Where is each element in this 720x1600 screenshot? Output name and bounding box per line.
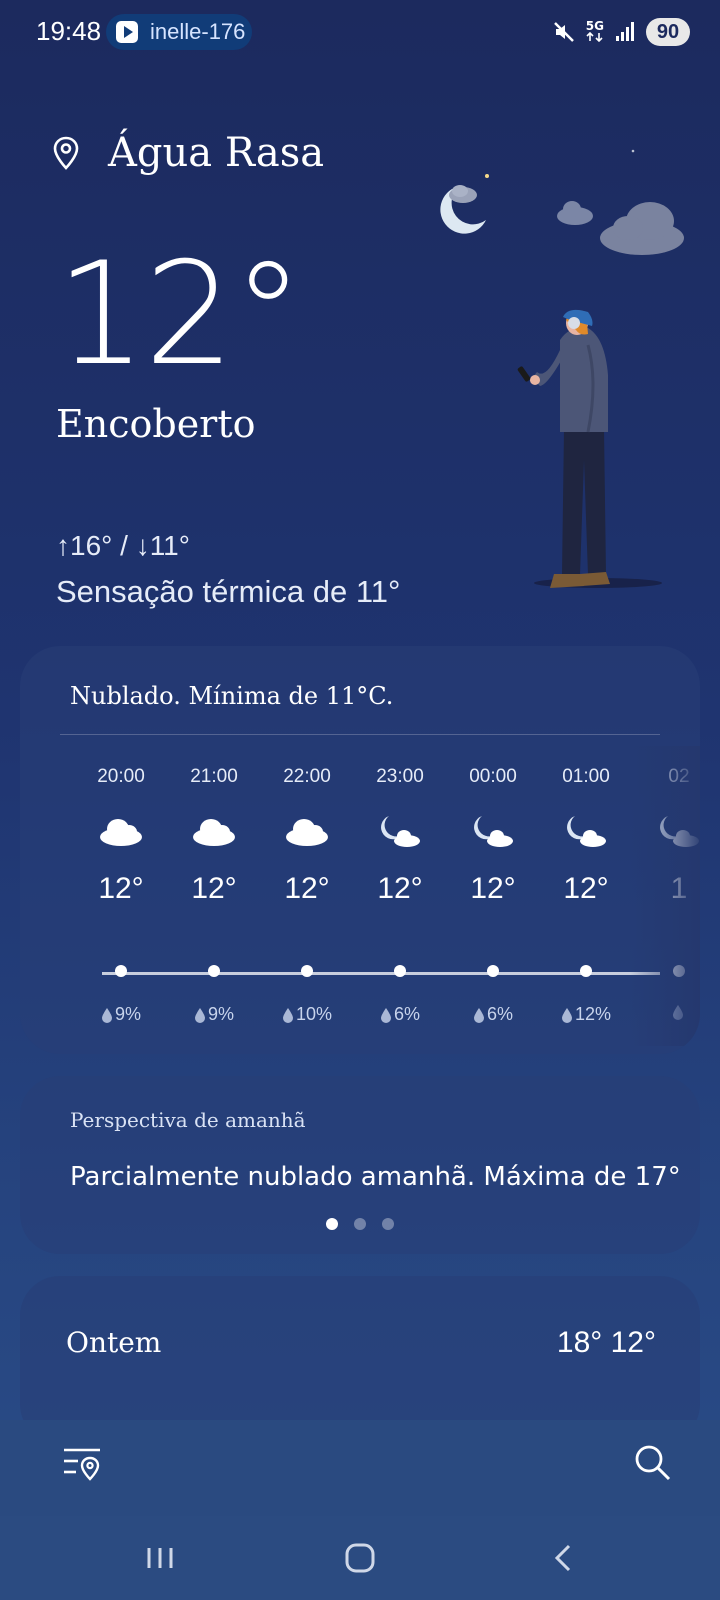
low-temp: ↓11° <box>135 530 190 561</box>
moon-cloud-icon <box>474 816 513 847</box>
signal-icon <box>616 22 634 41</box>
hourly-time: 22:00 <box>283 766 331 787</box>
temperature-dot <box>487 965 499 977</box>
page-indicator <box>20 1218 700 1230</box>
play-icon <box>116 21 138 43</box>
raindrop-icon <box>380 1007 391 1023</box>
precipitation-value: 10% <box>295 1004 333 1024</box>
moon-cloud-icon <box>381 816 420 847</box>
page-dot <box>354 1218 366 1230</box>
hourly-time: 21:00 <box>190 766 238 787</box>
big-cloud-icon <box>600 202 684 255</box>
hourly-item: 01:00 12° 12% <box>541 766 631 1024</box>
media-chip[interactable]: inelle-176 <box>106 14 252 50</box>
raindrop-icon <box>561 1007 572 1023</box>
daily-row-label: Ontem <box>66 1326 162 1359</box>
temperature-dot <box>301 965 313 977</box>
precipitation-value: 6% <box>393 1004 420 1024</box>
raindrop-icon <box>194 1007 205 1023</box>
hourly-temp: 12° <box>377 872 423 905</box>
bottom-toolbar <box>0 1420 720 1516</box>
daily-forecast-card[interactable]: Ontem 18° 12° <box>20 1276 700 1444</box>
data-arrows-icon <box>586 31 603 43</box>
page-dot <box>382 1218 394 1230</box>
status-icons: 5G 90 <box>552 18 690 46</box>
location-name: Água Rasa <box>108 130 325 176</box>
hourly-temp: 12° <box>284 872 330 905</box>
network-type: 5G <box>586 20 604 44</box>
location-header[interactable]: Água Rasa <box>52 130 324 176</box>
mute-icon <box>553 22 574 42</box>
temperature-dot <box>115 965 127 977</box>
hourly-time: 01:00 <box>562 766 610 787</box>
location-pin-icon <box>53 136 79 170</box>
tomorrow-outlook-card[interactable]: Perspectiva de amanhã Parcialmente nubla… <box>20 1076 700 1254</box>
precipitation-value: 9% <box>207 1004 234 1024</box>
status-bar: 19:48 inelle-176 5G 90 <box>0 0 720 70</box>
hourly-precipitation: 6% <box>448 1004 538 1025</box>
hourly-time: 20:00 <box>97 766 145 787</box>
system-nav-bar <box>0 1516 720 1600</box>
battery-indicator: 90 <box>646 18 690 46</box>
hourly-precipitation: 12% <box>541 1004 631 1025</box>
hourly-forecast-card[interactable]: Nublado. Mínima de 11°C. 20:00 12° 9% 21:00… <box>20 646 700 1054</box>
home-icon[interactable] <box>340 1538 380 1578</box>
precipitation-value: 6% <box>486 1004 513 1024</box>
precipitation-value: 12% <box>574 1004 612 1024</box>
scroll-fade <box>630 746 700 1046</box>
tomorrow-title: Perspectiva de amanhã <box>70 1108 306 1132</box>
high-low: ↑16° / ↓11° <box>56 530 190 562</box>
current-condition: Encoberto <box>56 402 256 446</box>
small-cloud-icon <box>557 201 593 225</box>
hourly-temp: 12° <box>470 872 516 905</box>
hourly-summary: Nublado. Mínima de 11°C. <box>70 682 394 710</box>
raindrop-icon <box>101 1007 112 1023</box>
cloud-icon <box>286 819 328 846</box>
hourly-item: 23:00 12° 6% <box>355 766 445 1024</box>
raindrop-icon <box>473 1007 484 1023</box>
hourly-item: 20:00 12° 9% <box>76 766 166 1024</box>
night-scene-illustration <box>440 149 684 588</box>
temperature-track <box>102 972 660 975</box>
high-temp: ↑16° <box>56 530 113 561</box>
hourly-time: 23:00 <box>376 766 424 787</box>
precipitation-value: 9% <box>114 1004 141 1024</box>
hourly-item: 22:00 12° 10% <box>262 766 352 1024</box>
hourly-item: 21:00 12° 9% <box>169 766 259 1024</box>
feels-like: Sensação térmica de 11° <box>56 574 401 609</box>
status-time: 19:48 <box>36 16 102 46</box>
temperature-dot <box>208 965 220 977</box>
hourly-temp: 12° <box>191 872 237 905</box>
hourly-list[interactable]: 20:00 12° 9% 21:00 12° 9% 22:00 12° 10% 23:00 12° 6… <box>20 766 700 1046</box>
search-icon[interactable] <box>632 1442 672 1482</box>
raindrop-icon <box>282 1007 293 1023</box>
hourly-precipitation: 9% <box>76 1004 166 1025</box>
daily-row-temps: 18° 12° <box>556 1326 656 1359</box>
tomorrow-text: Parcialmente nublado amanhã. Máxima de 1… <box>70 1162 681 1192</box>
recent-apps-icon[interactable] <box>140 1538 180 1578</box>
temperature-dot <box>394 965 406 977</box>
page-dot-active <box>326 1218 338 1230</box>
divider <box>60 734 660 735</box>
back-icon[interactable] <box>544 1538 584 1578</box>
current-temperature: 12° <box>56 232 304 397</box>
hourly-item: 00:00 12° 6% <box>448 766 538 1024</box>
hourly-precipitation: 10% <box>262 1004 352 1025</box>
person-figure <box>517 309 662 588</box>
cloud-icon <box>193 819 235 846</box>
hourly-precipitation: 6% <box>355 1004 445 1025</box>
hourly-precipitation: 9% <box>169 1004 259 1025</box>
moon-cloud-icon <box>567 816 606 847</box>
manage-locations-icon[interactable] <box>62 1444 102 1484</box>
hourly-temp: 12° <box>563 872 609 905</box>
hourly-temp: 12° <box>98 872 144 905</box>
media-chip-text: inelle-176 <box>150 19 246 44</box>
hourly-time: 00:00 <box>469 766 517 787</box>
temperature-dot <box>580 965 592 977</box>
high-low-separator: / <box>120 530 128 561</box>
cloud-icon <box>100 819 142 846</box>
network-label: 5G <box>585 19 604 33</box>
